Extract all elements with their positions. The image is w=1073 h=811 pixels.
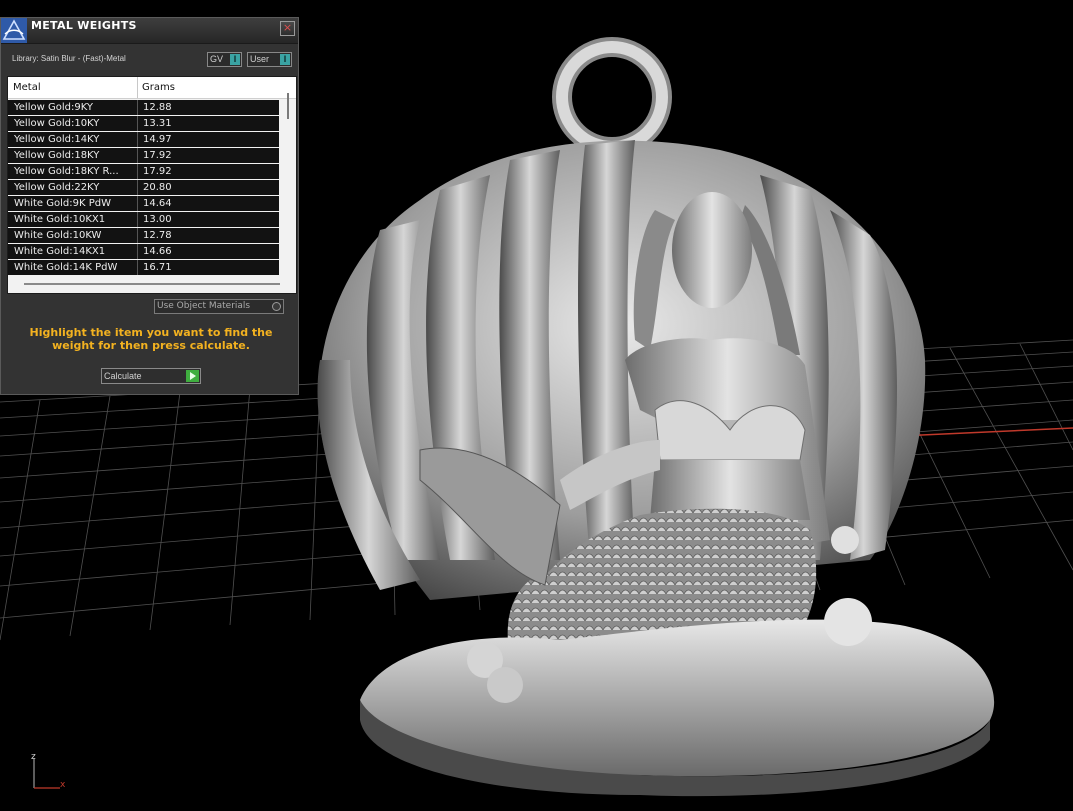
- use-object-materials-option[interactable]: Use Object Materials: [154, 299, 284, 314]
- metal-cell: White Gold:14K PdW: [14, 262, 118, 273]
- metal-cell: White Gold:10KW: [14, 230, 102, 241]
- play-arrow-icon: [186, 370, 199, 382]
- gv-toggle[interactable]: GV I: [207, 52, 242, 67]
- cell-divider: [137, 148, 138, 163]
- grams-cell: 14.97: [143, 134, 172, 145]
- metal-cell: Yellow Gold:10KY: [14, 118, 100, 129]
- instruction-text: Highlight the item you want to find the …: [29, 326, 273, 352]
- axis-z-label: z: [31, 752, 36, 762]
- metal-cell: Yellow Gold:18KY R...: [14, 166, 119, 177]
- table-row[interactable]: Yellow Gold:9KY 12.88: [8, 100, 279, 115]
- calculate-label: Calculate: [104, 371, 142, 381]
- metal-cell: Yellow Gold:9KY: [14, 102, 93, 113]
- grams-cell: 12.78: [143, 230, 172, 241]
- table-row[interactable]: Yellow Gold:18KY 17.92: [8, 148, 279, 163]
- cell-divider: [137, 164, 138, 179]
- user-toggle[interactable]: User I: [247, 52, 292, 67]
- vertical-scrollbar[interactable]: [287, 93, 289, 119]
- grams-cell: 14.64: [143, 198, 172, 209]
- cell-divider: [137, 196, 138, 211]
- cell-divider: [137, 244, 138, 259]
- cell-divider: [137, 180, 138, 195]
- library-label: Library: Satin Blur - (Fast)-Metal: [12, 54, 126, 63]
- grams-cell: 20.80: [143, 182, 172, 193]
- user-toggle-knob: I: [280, 54, 290, 65]
- red-axis-line: [899, 427, 1073, 437]
- grams-cell: 17.92: [143, 150, 172, 161]
- app-logo-icon: [1, 18, 27, 43]
- grams-cell: 16.71: [143, 262, 172, 273]
- cell-divider: [137, 212, 138, 227]
- axis-triad: z x: [22, 748, 82, 798]
- table-header: Metal Grams: [8, 77, 296, 99]
- table-row[interactable]: White Gold:14K PdW 16.71: [8, 260, 279, 275]
- cell-divider: [137, 228, 138, 243]
- horizontal-scrollbar[interactable]: [24, 283, 280, 285]
- cell-divider: [137, 116, 138, 131]
- table-row[interactable]: Yellow Gold:18KY R... 17.92: [8, 164, 279, 179]
- grams-cell: 12.88: [143, 102, 172, 113]
- panel-title: METAL WEIGHTS: [31, 19, 137, 32]
- table-row[interactable]: White Gold:9K PdW 14.64: [8, 196, 279, 211]
- metal-cell: Yellow Gold:22KY: [14, 182, 100, 193]
- metal-cell: White Gold:9K PdW: [14, 198, 111, 209]
- cell-divider: [137, 100, 138, 115]
- cell-divider: [137, 260, 138, 275]
- calculate-button[interactable]: Calculate: [101, 368, 201, 384]
- gv-toggle-knob: I: [230, 54, 240, 65]
- column-header-metal[interactable]: Metal: [13, 77, 137, 98]
- cell-divider: [137, 132, 138, 147]
- metal-cell: Yellow Gold:18KY: [14, 150, 100, 161]
- use-object-materials-label: Use Object Materials: [157, 301, 251, 311]
- shell-base: [360, 598, 995, 797]
- metal-weights-table[interactable]: Metal Grams Yellow Gold:9KY 12.88 Yellow G…: [7, 76, 297, 294]
- metal-weights-panel: METAL WEIGHTS × Library: Satin Blur - (F…: [0, 17, 299, 395]
- bail-ring: [552, 37, 672, 157]
- column-header-grams[interactable]: Grams: [142, 77, 175, 98]
- grams-cell: 13.00: [143, 214, 172, 225]
- column-divider[interactable]: [137, 77, 138, 98]
- table-row[interactable]: Yellow Gold:14KY 14.97: [8, 132, 279, 147]
- table-row[interactable]: Yellow Gold:10KY 13.31: [8, 116, 279, 131]
- grams-cell: 14.66: [143, 246, 172, 257]
- table-row[interactable]: White Gold:14KX1 14.66: [8, 244, 279, 259]
- metal-cell: White Gold:10KX1: [14, 214, 106, 225]
- grams-cell: 17.92: [143, 166, 172, 177]
- table-rows: Yellow Gold:9KY 12.88 Yellow Gold:10KY 13.3…: [8, 100, 279, 276]
- panel-titlebar[interactable]: METAL WEIGHTS ×: [1, 18, 298, 44]
- close-button[interactable]: ×: [280, 21, 295, 36]
- grams-cell: 13.31: [143, 118, 172, 129]
- table-row[interactable]: White Gold:10KW 12.78: [8, 228, 279, 243]
- gv-toggle-label: GV: [210, 54, 224, 64]
- metal-cell: White Gold:14KX1: [14, 246, 106, 257]
- axis-x-label: x: [60, 780, 66, 790]
- metal-cell: Yellow Gold:14KY: [14, 134, 100, 145]
- radio-icon[interactable]: [272, 302, 281, 311]
- table-row[interactable]: Yellow Gold:22KY 20.80: [8, 180, 279, 195]
- user-toggle-label: User: [250, 54, 270, 64]
- table-row[interactable]: White Gold:10KX1 13.00: [8, 212, 279, 227]
